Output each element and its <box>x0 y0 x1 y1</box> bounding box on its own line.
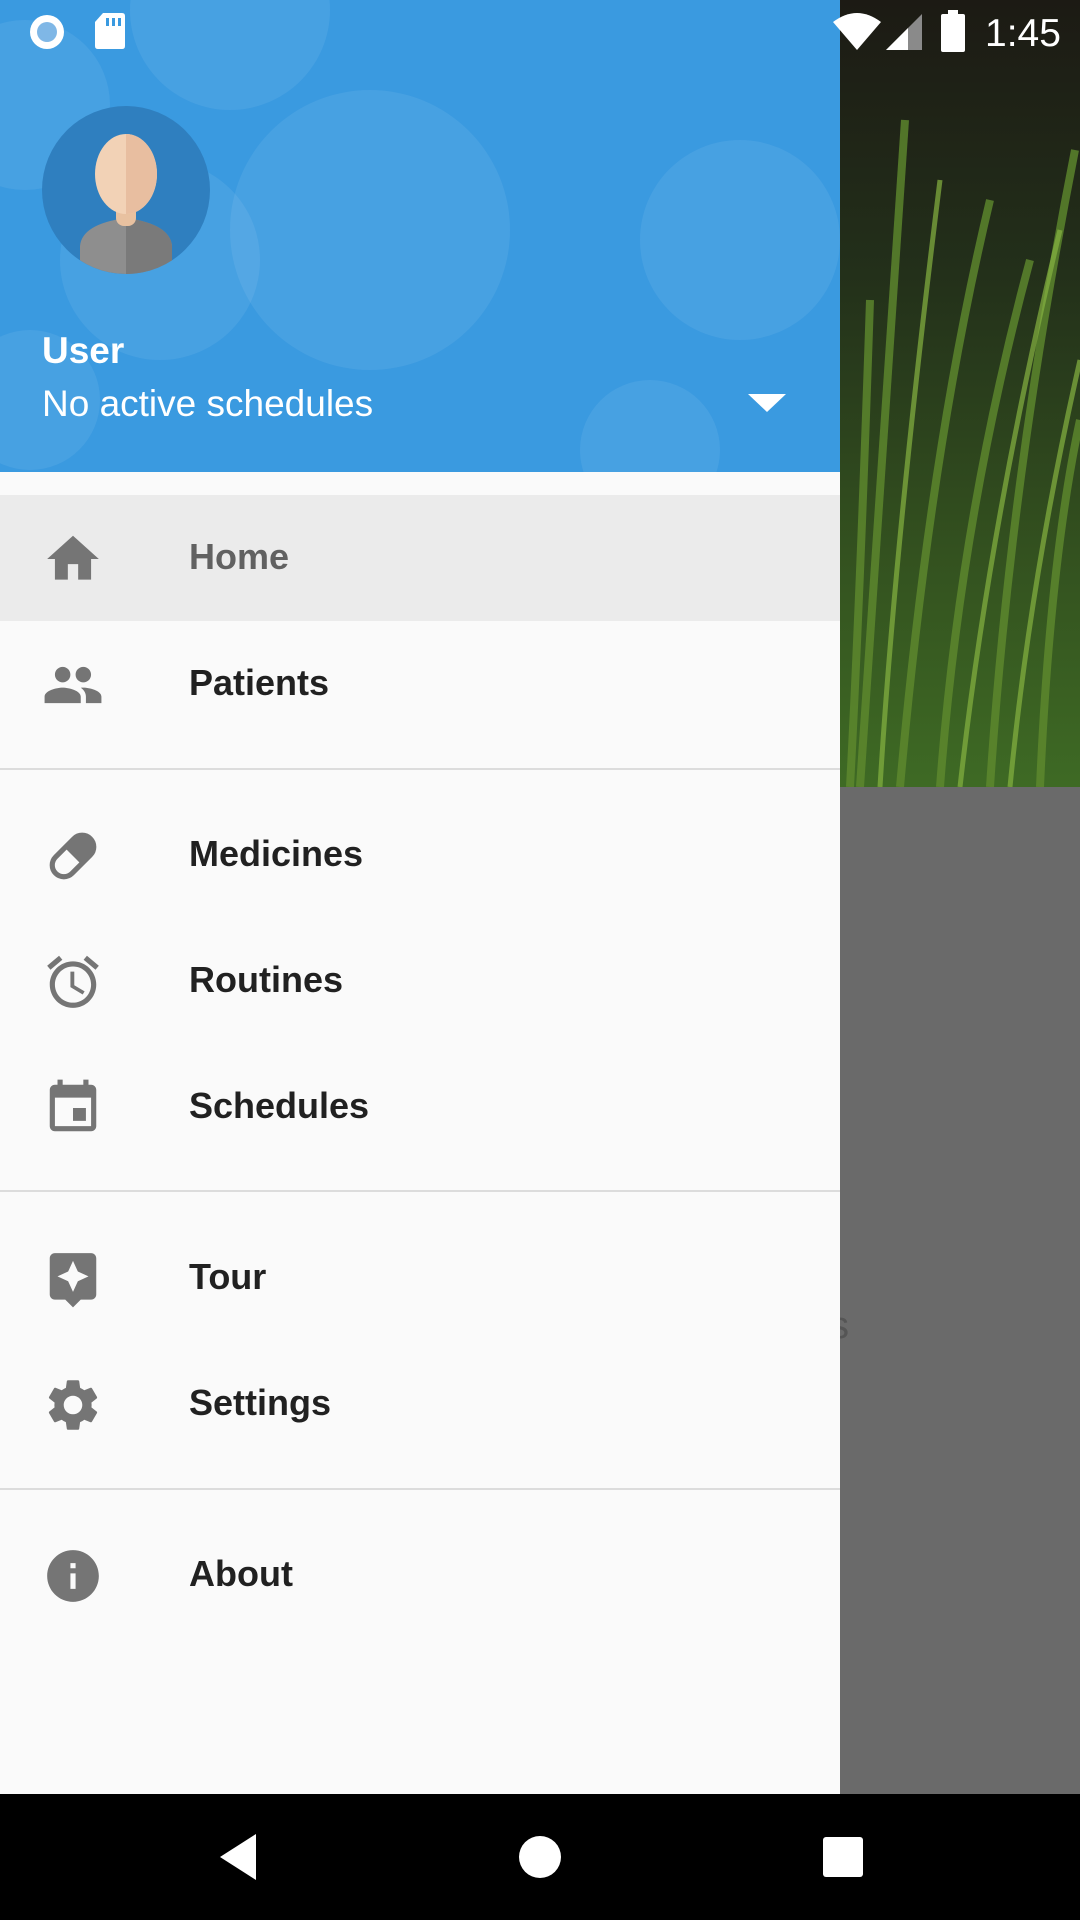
menu-item-label: About <box>189 1553 293 1594</box>
menu-item-label: Medicines <box>189 833 364 874</box>
sd-card-icon <box>95 13 125 49</box>
battery-icon <box>941 10 965 52</box>
home-button-icon[interactable] <box>507 1824 573 1890</box>
pill-icon <box>49 832 97 880</box>
cellular-signal-icon <box>886 14 922 50</box>
header-decoration <box>230 90 510 370</box>
menu-item-label: Settings <box>189 1382 332 1423</box>
user-name: User <box>42 330 125 371</box>
menu-item-patients[interactable]: Patients <box>0 621 840 747</box>
menu-item-settings[interactable]: Settings <box>0 1341 840 1467</box>
account-subtitle: No active schedules <box>42 383 374 424</box>
avatar[interactable] <box>42 106 210 274</box>
menu-divider <box>0 1488 840 1490</box>
home-icon <box>47 535 99 580</box>
back-icon[interactable] <box>206 1824 272 1890</box>
header-decoration <box>580 380 720 472</box>
menu-item-label: Home <box>189 536 290 577</box>
menu-item-label: Tour <box>189 1256 267 1297</box>
navigation-drawer: User No active schedules Home Patients M… <box>0 0 840 1794</box>
user-avatar-icon <box>80 134 172 274</box>
menu-item-about[interactable]: About <box>0 1512 840 1638</box>
alarm-clock-icon <box>47 955 99 1008</box>
menu-item-label: Routines <box>189 959 344 1000</box>
drawer-header: User No active schedules <box>0 0 840 472</box>
menu-divider <box>0 1190 840 1192</box>
menu-item-label: Patients <box>189 662 330 703</box>
menu-item-label: Schedules <box>189 1085 370 1126</box>
info-icon <box>47 1550 99 1602</box>
menu-item-routines[interactable]: Routines <box>0 918 840 1044</box>
header-decoration <box>640 140 840 340</box>
system-navigation-bar <box>0 1794 1080 1920</box>
menu-divider <box>0 768 840 770</box>
wifi-icon <box>833 13 881 50</box>
menu-item-home[interactable]: Home <box>0 495 840 621</box>
people-icon <box>44 666 102 704</box>
gear-icon <box>48 1380 98 1430</box>
menu-item-medicines[interactable]: Medicines <box>0 792 840 918</box>
status-bar: 1:45 <box>0 0 1080 63</box>
menu-item-schedules[interactable]: Schedules <box>0 1044 840 1170</box>
recents-icon[interactable] <box>810 1824 876 1890</box>
calendar-icon <box>49 1079 97 1132</box>
dropdown-arrow-icon[interactable] <box>742 388 792 418</box>
sync-status-icon <box>30 15 64 49</box>
status-time: 1:45 <box>985 12 1061 55</box>
menu-item-tour[interactable]: Tour <box>0 1215 840 1341</box>
sparkle-icon <box>49 1253 97 1308</box>
